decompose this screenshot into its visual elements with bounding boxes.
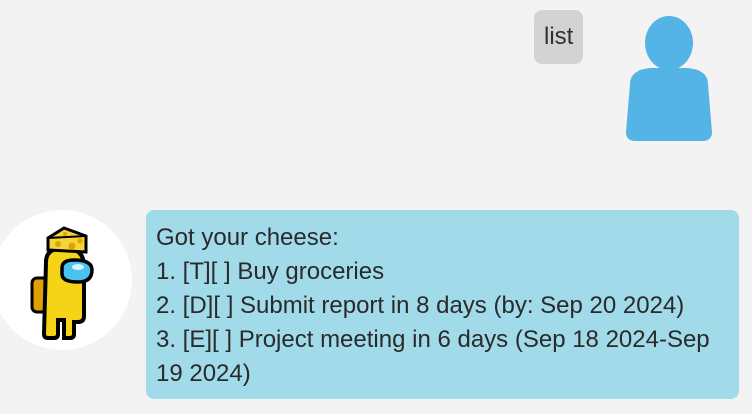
user-message-bubble: list bbox=[534, 10, 584, 64]
person-silhouette-icon bbox=[620, 14, 718, 144]
chat-dialog-container[interactable]: list Got your cheese: 1. [T][] Buy groc… bbox=[0, 0, 752, 414]
bot-avatar bbox=[0, 210, 132, 350]
user-dialog-box: list bbox=[0, 0, 752, 150]
bot-message-bubble: Got your cheese: 1. [T][ ] Buy groceries… bbox=[146, 210, 739, 399]
bot-message-line: 2. [D][ ] Submit report in 8 days (by: S… bbox=[156, 292, 685, 319]
bot-dialog-box: Got your cheese: 1. [T][ ] Buy groceries… bbox=[0, 200, 752, 414]
bot-message-line: 1. [T][ ] Buy groceries bbox=[156, 258, 385, 285]
bot-message-line: Got your cheese: bbox=[156, 224, 339, 251]
crewmate-cheese-hat-icon bbox=[30, 226, 94, 340]
bot-message-line: 3. [E][ ] Project meeting in 6 days (Sep… bbox=[156, 326, 710, 387]
